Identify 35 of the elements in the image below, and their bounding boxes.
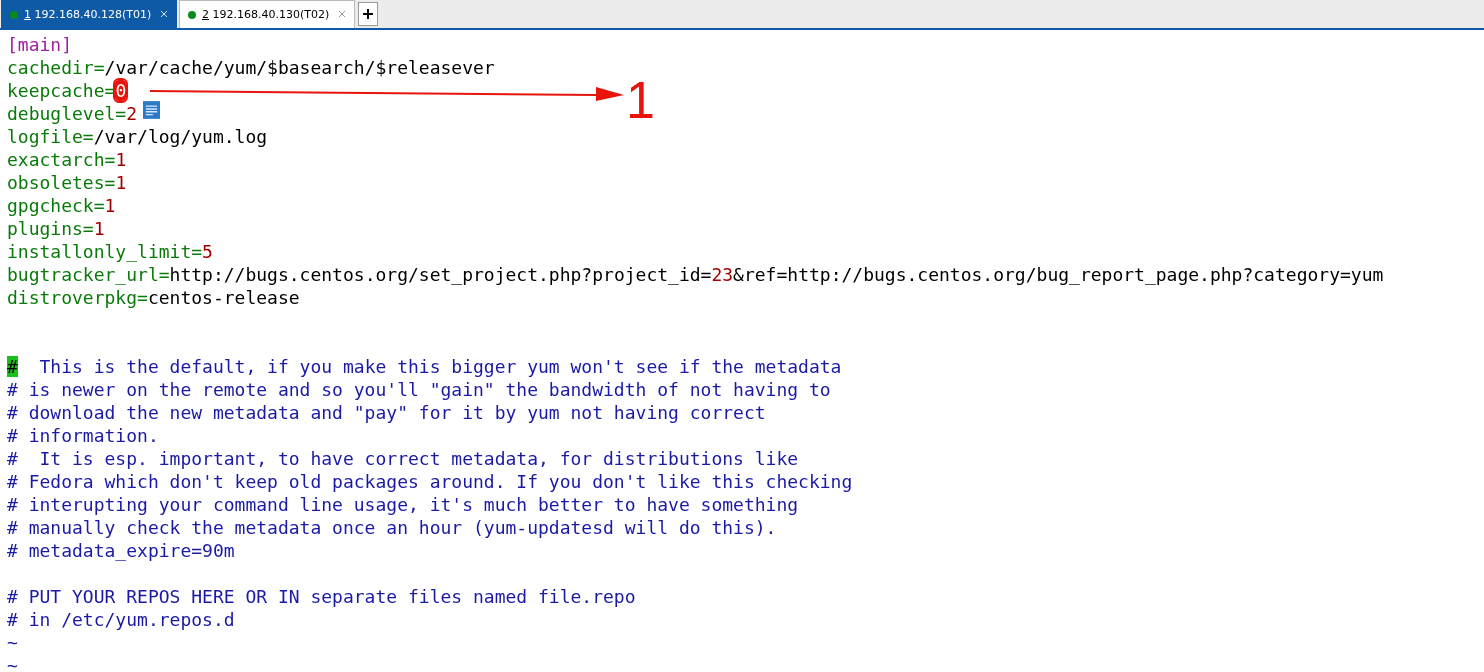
code-line: # interupting your command line usage, it's much better to have something	[7, 493, 799, 516]
code-line: # Fedora which don't keep old packages around. If you don't like this checking	[7, 470, 853, 493]
annotation-label: 1	[626, 74, 655, 126]
session-tab[interactable]: 1 192.168.40.128(T01)	[1, 0, 177, 28]
status-dot-icon	[10, 10, 18, 19]
code-line: # in /etc/yum.repos.d	[7, 608, 235, 631]
code-line: # It is esp. important, to have correct metadata, for distributions like	[7, 447, 799, 470]
code-line: cachedir=/var/cache/yum/$basearch/$releasever	[7, 56, 495, 79]
code-line: ~	[7, 631, 18, 654]
code-line: obsoletes=1	[7, 171, 127, 194]
code-line: # is newer on the remote and so you'll "gain" the bandwidth of not having to	[7, 378, 831, 401]
code-line: logfile=/var/log/yum.log	[7, 125, 268, 148]
code-line: # This is the default, if you make this bigger yum won't see if the metadata	[7, 355, 842, 378]
code-line: keepcache=0	[7, 79, 127, 102]
status-dot-icon	[188, 10, 196, 19]
document-icon	[143, 101, 160, 119]
code-line: bugtracker_url=http://bugs.centos.org/set_project.php?project_id=23&ref=http://bugs.centos.org/bug_report_page.php?category=yum	[7, 263, 1384, 286]
close-icon[interactable]	[338, 9, 346, 20]
code-line: # information.	[7, 424, 159, 447]
new-tab-button[interactable]	[358, 2, 378, 26]
code-line: exactarch=1	[7, 148, 127, 171]
code-line: installonly_limit=5	[7, 240, 213, 263]
code-line: debuglevel=2	[7, 102, 138, 125]
code-line: # download the new metadata and "pay" for it by yum not having correct	[7, 401, 766, 424]
close-icon[interactable]	[160, 9, 168, 20]
session-tab[interactable]: 2 192.168.40.130(T02)	[179, 0, 355, 28]
code-line: distroverpkg=centos-release	[7, 286, 300, 309]
code-line: plugins=1	[7, 217, 105, 240]
code-line: # PUT YOUR REPOS HERE OR IN separate files named file.repo	[7, 585, 636, 608]
code-line: gpgcheck=1	[7, 194, 116, 217]
code-line: # manually check the metadata once an hour (yum-updatesd will do this).	[7, 516, 777, 539]
code-line: [main]	[7, 33, 73, 56]
code-line: ~	[7, 654, 18, 672]
plus-icon	[363, 9, 373, 19]
code-line: # metadata_expire=90m	[7, 539, 235, 562]
